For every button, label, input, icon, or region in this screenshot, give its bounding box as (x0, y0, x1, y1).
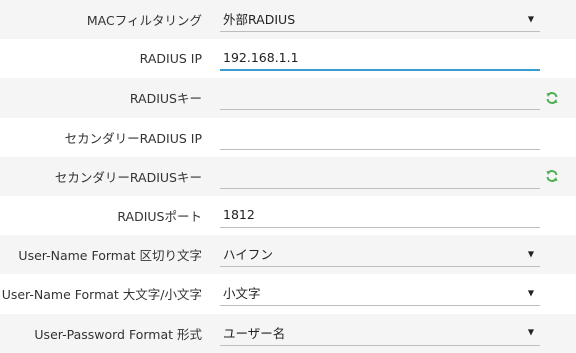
secondary-radius-ip-input[interactable] (220, 124, 540, 150)
radius-port-label: RADIUSポート (117, 209, 202, 225)
chevron-down-icon: ▼ (527, 249, 534, 259)
password-format-label: User-Password Format 形式 (34, 326, 202, 342)
row-secondary-radius-key: セカンダリーRADIUSキー (0, 156, 576, 196)
radius-ip-input[interactable]: 192.168.1.1 (220, 45, 540, 72)
row-password-format: User-Password Format 形式 ユーザー名 ▼ (0, 313, 576, 353)
username-format-separator-label: User-Name Format 区切り文字 (18, 248, 202, 264)
chevron-down-icon: ▼ (527, 327, 534, 337)
password-format-select[interactable]: ユーザー名 ▼ (220, 320, 540, 346)
password-format-value: ユーザー名 (223, 325, 286, 341)
row-mac-filtering: MACフィルタリング 外部RADIUS ▼ (0, 0, 576, 40)
refresh-icon[interactable] (545, 169, 559, 183)
row-radius-key: RADIUSキー (0, 78, 576, 118)
row-username-format-separator: User-Name Format 区切り文字 ハイフン ▼ (0, 235, 576, 275)
radius-ip-value: 192.168.1.1 (223, 49, 299, 65)
row-radius-port: RADIUSポート 1812 (0, 196, 576, 235)
radius-ip-label: RADIUS IP (139, 51, 202, 67)
radius-port-value: 1812 (223, 206, 255, 222)
row-secondary-radius-ip: セカンダリーRADIUS IP (0, 118, 576, 157)
row-radius-ip: RADIUS IP 192.168.1.1 (0, 39, 576, 78)
chevron-down-icon: ▼ (527, 14, 534, 23)
username-format-case-select[interactable]: 小文字 ▼ (220, 280, 540, 307)
radius-settings-form: MACフィルタリング 外部RADIUS ▼ RADIUS IP 192.168.… (0, 0, 576, 353)
radius-key-label: RADIUSキー (129, 91, 202, 107)
radius-port-input[interactable]: 1812 (220, 202, 540, 228)
row-username-format-case: User-Name Format 大文字/小文字 小文字 ▼ (0, 274, 576, 313)
username-format-separator-select[interactable]: ハイフン ▼ (220, 241, 540, 268)
chevron-down-icon: ▼ (527, 288, 534, 298)
radius-key-input[interactable] (220, 84, 540, 111)
secondary-radius-key-input[interactable] (220, 163, 540, 189)
mac-filtering-value: 外部RADIUS (223, 12, 296, 27)
username-format-separator-value: ハイフン (223, 247, 274, 263)
mac-filtering-select[interactable]: 外部RADIUS ▼ (220, 6, 540, 32)
refresh-icon[interactable] (545, 91, 559, 105)
username-format-case-value: 小文字 (223, 286, 261, 302)
secondary-radius-ip-label: セカンダリーRADIUS IP (64, 130, 202, 146)
username-format-case-label: User-Name Format 大文字/小文字 (1, 287, 202, 303)
mac-filtering-label: MACフィルタリング (86, 13, 202, 29)
secondary-radius-key-label: セカンダリーRADIUSキー (54, 169, 202, 185)
